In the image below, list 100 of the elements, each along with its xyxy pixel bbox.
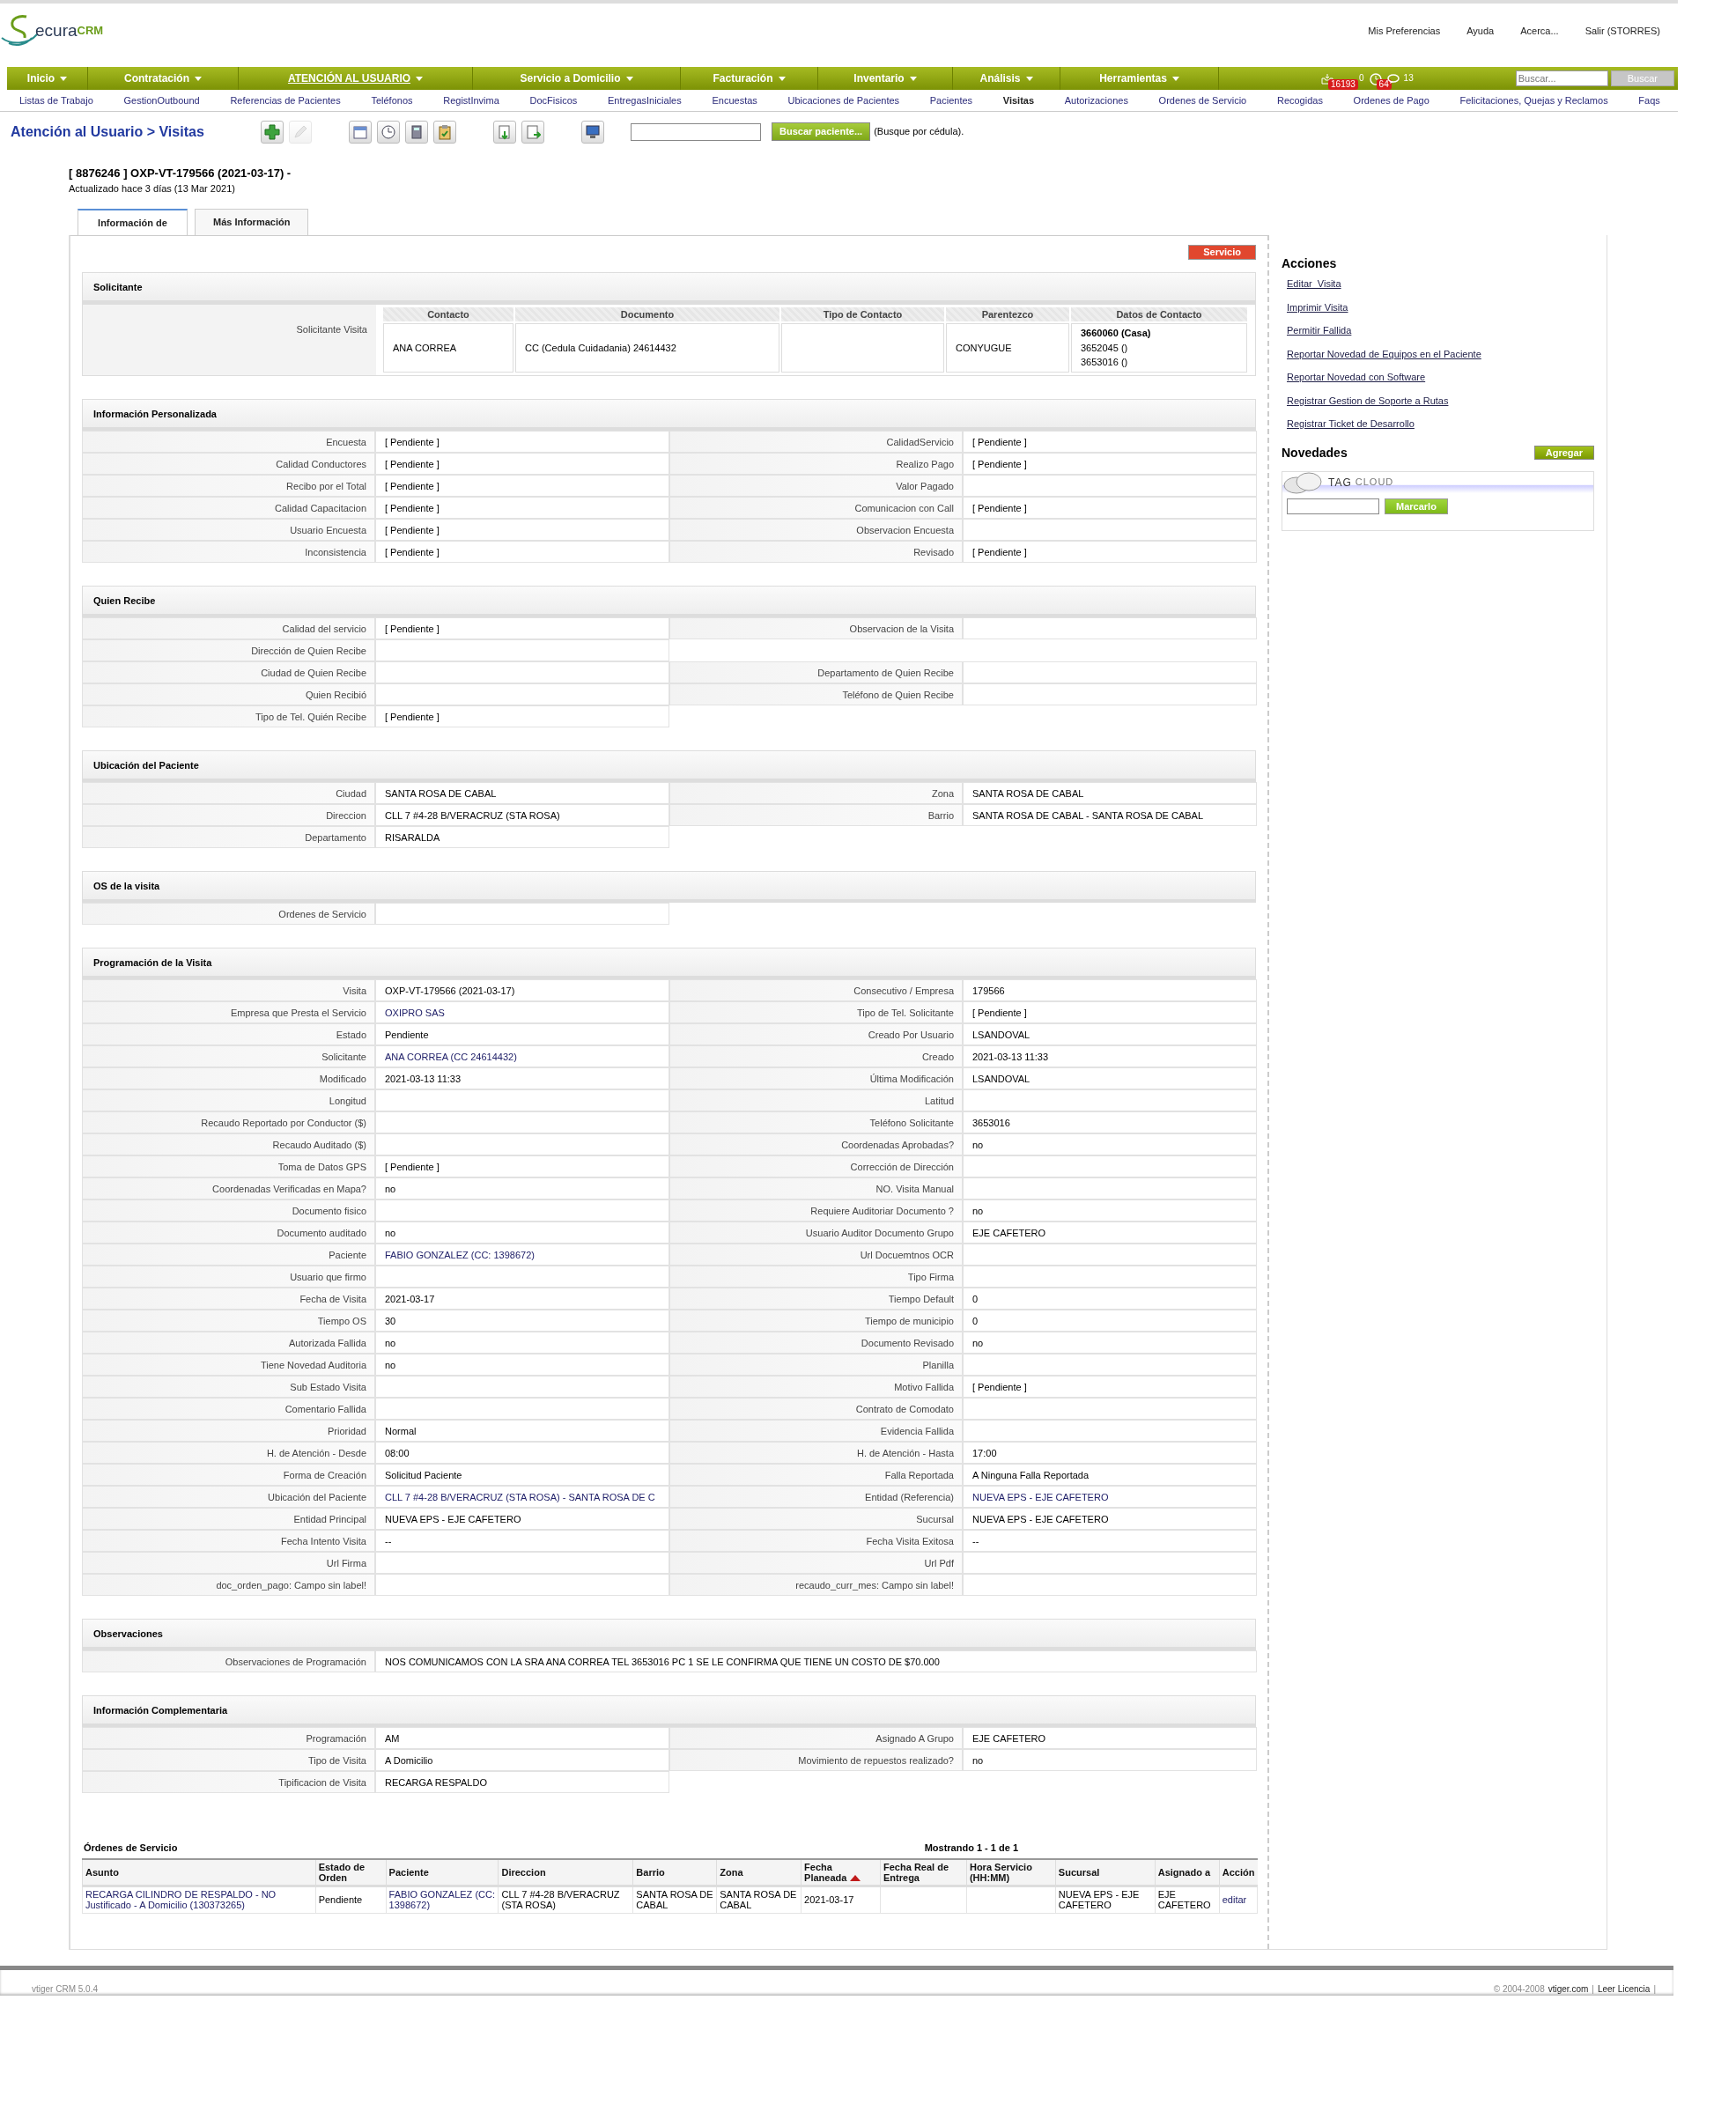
table-link[interactable]: editar — [1219, 1886, 1258, 1913]
search-field[interactable]: Buscar... — [1515, 70, 1608, 86]
field-label: Programación — [82, 1726, 375, 1749]
submenu-item[interactable]: Encuestas — [712, 93, 757, 108]
field-value: RECARGA RESPALDO — [375, 1770, 669, 1793]
field-label: Creado Por Usuario — [669, 1022, 963, 1045]
phone-number: 3653016 () — [1081, 356, 1128, 369]
table-cell: ANA CORREA — [383, 323, 513, 373]
column-header[interactable]: Estado de Orden — [315, 1859, 387, 1886]
column-header[interactable]: Direccion — [498, 1859, 633, 1886]
column-header: Parentezco — [946, 307, 1069, 321]
field-value: FABIO GONZALEZ (CC: 1398672) — [375, 1243, 669, 1266]
column-header[interactable]: Paciente — [386, 1859, 499, 1886]
field-label: Paciente — [82, 1243, 375, 1266]
column-header[interactable]: Acción — [1219, 1859, 1258, 1886]
field-label: Quien Recibió — [82, 683, 375, 705]
column-header: Tipo de Contacto — [781, 307, 944, 321]
field-value: Solicitud Paciente — [375, 1463, 669, 1486]
plus-icon[interactable] — [261, 120, 284, 144]
submenu-item[interactable]: Pacientes — [929, 93, 973, 108]
field-label: Contrato de Comodato — [669, 1397, 963, 1420]
table-title: Órdenes de Servicio — [84, 1841, 178, 1855]
column-header[interactable]: Barrio — [632, 1859, 717, 1886]
submenu-item[interactable]: DocFisicos — [529, 93, 578, 108]
field-value: 0 — [963, 1309, 1257, 1332]
action-link[interactable]: Permitir Fallida — [1287, 323, 1594, 338]
field-label: Coordenadas Aprobadas? — [669, 1133, 963, 1155]
submenu-item[interactable]: Felicitaciones, Quejas y Reclamos — [1459, 93, 1608, 108]
field-label: Usuario Auditor Documento Grupo — [669, 1221, 963, 1244]
header-link[interactable]: Mis Preferencias — [1368, 23, 1441, 39]
column-header[interactable]: Fecha Planeada — [801, 1859, 881, 1886]
submenu-item[interactable]: Teléfonos — [371, 93, 413, 108]
column-header[interactable]: Asunto — [82, 1859, 316, 1886]
field-label: Asignado A Grupo — [669, 1726, 963, 1749]
patient-search-field[interactable] — [631, 122, 761, 141]
field-value: no — [963, 1748, 1257, 1771]
header-link[interactable]: Acerca... — [1520, 23, 1559, 39]
field-label: CalidadServicio — [669, 430, 963, 453]
submenu-item[interactable]: Autorizaciones — [1064, 93, 1128, 108]
field-value: no — [375, 1353, 669, 1376]
paging-info: Mostrando 1 - 1 de 1 — [924, 1841, 1018, 1855]
action-link[interactable]: Reportar Novedad de Equipos en el Paciente — [1287, 346, 1594, 361]
submenu-item[interactable]: Faqs — [1638, 93, 1660, 108]
clock-icon[interactable] — [377, 120, 400, 144]
submenu-item[interactable]: GestionOutbound — [123, 93, 200, 108]
tab[interactable]: Más Información — [195, 208, 309, 235]
field-label: Tipo de Tel. Quién Recibe — [82, 705, 375, 727]
submenu-item[interactable]: Referencias de Pacientes — [230, 93, 341, 108]
submenu-item[interactable]: Recogidas — [1276, 93, 1323, 108]
field-value: SANTA ROSA DE CABAL — [963, 781, 1257, 804]
submenu-item[interactable]: Ordenes de Servicio — [1158, 93, 1247, 108]
field-label: Zona — [669, 781, 963, 804]
service-button[interactable]: Servicio — [1188, 245, 1256, 260]
field-value: [ Pendiente ] — [963, 496, 1257, 519]
field-label: Url Pdf — [669, 1551, 963, 1574]
tab[interactable]: Información de — [78, 208, 188, 235]
field-label: Ciudad — [82, 781, 375, 804]
submenu-item[interactable]: Ubicaciones de Pacientes — [787, 93, 900, 108]
site-link[interactable]: vtiger.com — [1548, 1982, 1589, 1996]
column-header[interactable]: Hora Servicio (HH:MM) — [966, 1859, 1056, 1886]
field-value: no — [375, 1331, 669, 1354]
clipboard-icon[interactable] — [433, 120, 456, 144]
field-label: Tiempo Default — [669, 1287, 963, 1310]
field-label: Recaudo Reportado por Conductor ($) — [82, 1111, 375, 1133]
action-link[interactable]: Reportar Novedad con Software — [1287, 370, 1594, 385]
field-value: CLL 7 #4-28 B/VERACRUZ (STA ROSA) — [375, 803, 669, 826]
field-value: 2021-03-17 — [375, 1287, 669, 1310]
tag-input-field[interactable] — [1287, 498, 1379, 514]
column-header[interactable]: Sucursal — [1055, 1859, 1156, 1886]
header-link[interactable]: Salir (STORRES) — [1585, 23, 1660, 39]
section-header: Quien Recibe — [82, 585, 1256, 617]
monitor-icon[interactable] — [581, 120, 604, 144]
header-link[interactable]: Ayuda — [1466, 23, 1495, 39]
export-icon[interactable] — [521, 120, 544, 144]
submenu-item[interactable]: Listas de Trabajo — [19, 93, 93, 108]
calendar-icon[interactable] — [349, 120, 372, 144]
column-header[interactable]: Fecha Real de Entrega — [880, 1859, 967, 1886]
field-label: Tiene Novedad Auditoria — [82, 1353, 375, 1376]
field-label: Tipo Firma — [669, 1265, 963, 1288]
import-icon[interactable] — [493, 120, 516, 144]
table-link[interactable]: RECARGA CILINDRO DE RESPALDO - NO Justificado - A Domicilio (130373265) — [82, 1886, 316, 1913]
submenu-item[interactable]: Ordenes de Pago — [1353, 93, 1429, 108]
field-value: ANA CORREA (CC 24614432) — [375, 1044, 669, 1067]
column-header[interactable]: Zona — [716, 1859, 802, 1886]
license-link[interactable]: Leer Licencia — [1597, 1982, 1651, 1996]
submenu-item[interactable]: Visitas — [1002, 93, 1035, 108]
column-header[interactable]: Asignado a — [1155, 1859, 1220, 1886]
table-link[interactable]: FABIO GONZALEZ (CC: 1398672) — [386, 1886, 499, 1913]
calculator-icon[interactable] — [405, 120, 428, 144]
submenu-item[interactable]: RegistInvima — [443, 93, 499, 108]
field-label: H. de Atención - Desde — [82, 1441, 375, 1464]
submenu-item[interactable]: EntregasIniciales — [607, 93, 682, 108]
field-value: Normal — [375, 1419, 669, 1442]
action-link[interactable]: Registrar Ticket de Desarrollo — [1287, 417, 1594, 432]
field-label: Teléfono de Quien Recibe — [669, 683, 963, 705]
action-link[interactable]: Imprimir Visita — [1287, 299, 1594, 314]
field-label: Ciudad de Quien Recibe — [82, 661, 375, 683]
action-link[interactable]: Registrar Gestion de Soporte a Rutas — [1287, 393, 1594, 408]
action-link[interactable]: Editar Visita — [1287, 277, 1594, 292]
field-value: 3653016 — [963, 1111, 1257, 1133]
